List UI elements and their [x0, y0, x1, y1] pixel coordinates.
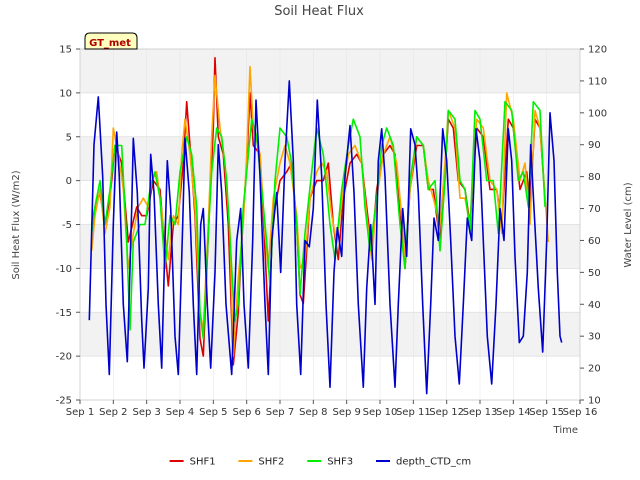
background-band: [80, 312, 580, 357]
y-right-tick-label: 120: [588, 45, 607, 56]
x-tick-label: Sep 6: [232, 407, 260, 418]
x-tick-label: Sep 16: [563, 407, 598, 418]
x-tick-label: Sep 15: [529, 407, 564, 418]
y-left-tick-label: 5: [66, 132, 72, 143]
x-tick-label: Sep 10: [363, 407, 398, 418]
y-left-tick-label: -5: [62, 220, 72, 231]
y-right-tick-label: 60: [588, 236, 601, 247]
background-band: [80, 49, 580, 93]
y-right-tick-label: 40: [588, 300, 601, 311]
y-right-tick-label: 30: [588, 332, 601, 343]
y-left-tick-label: 15: [59, 45, 72, 56]
x-tick-label: Sep 2: [99, 407, 127, 418]
y-left-tick-label: -10: [56, 264, 72, 275]
x-tick-label: Sep 3: [132, 407, 160, 418]
y-left-tick-label: 0: [66, 176, 72, 187]
legend-label: SHF3: [327, 457, 353, 468]
soil-heat-flux-chart: Soil Heat Flux Sep 1 Sep 2 Sep 3 Sep 4 Sep 5…: [11, 4, 634, 468]
y-left-tick-label: -25: [56, 396, 72, 407]
legend-label: SHF1: [190, 457, 216, 468]
y-left-tick-label: -20: [56, 352, 72, 363]
y-axis-right: 10 20 30 40 50 60 70 80 90 100 110 120: [580, 45, 607, 407]
y-axis-left-label: Soil Heat Flux (W/m2): [11, 170, 22, 279]
chart-title: Soil Heat Flux: [274, 4, 364, 19]
x-axis-label: Time: [553, 425, 578, 436]
x-tick-label: Sep 8: [299, 407, 327, 418]
y-right-tick-label: 90: [588, 140, 601, 151]
legend: SHF1 SHF2 SHF3 depth_CTD_cm: [169, 457, 471, 468]
y-right-tick-label: 110: [588, 76, 607, 87]
station-badge: GT_met: [84, 32, 138, 50]
x-tick-label: Sep 5: [199, 407, 227, 418]
x-tick-label: Sep 1: [66, 407, 94, 418]
x-tick-label: Sep 9: [332, 407, 360, 418]
y-axis-left: -25 -20 -15 -10 -5 0 5 10 15: [56, 45, 80, 407]
y-right-tick-label: 20: [588, 364, 601, 375]
x-tick-label: Sep 11: [396, 407, 431, 418]
y-left-tick-label: 10: [59, 88, 72, 99]
y-axis-right-label: Water Level (cm): [623, 182, 634, 267]
x-tick-label: Sep 7: [266, 407, 294, 418]
x-tick-label: Sep 14: [496, 407, 531, 418]
x-tick-label: Sep 13: [463, 407, 498, 418]
badge-label: GT_met: [89, 38, 131, 49]
legend-label: SHF2: [258, 457, 284, 468]
y-left-tick-label: -15: [56, 308, 72, 319]
x-tick-label: Sep 4: [166, 407, 194, 418]
y-right-tick-label: 100: [588, 108, 607, 119]
y-right-tick-label: 50: [588, 268, 601, 279]
x-axis: Sep 1 Sep 2 Sep 3 Sep 4 Sep 5 Sep 6 Sep 7 Sep 8…: [66, 400, 598, 418]
x-tick-label: Sep 12: [429, 407, 464, 418]
y-right-tick-label: 10: [588, 396, 601, 407]
y-right-tick-label: 70: [588, 204, 601, 215]
y-right-tick-label: 80: [588, 172, 601, 183]
legend-label: depth_CTD_cm: [396, 457, 471, 468]
